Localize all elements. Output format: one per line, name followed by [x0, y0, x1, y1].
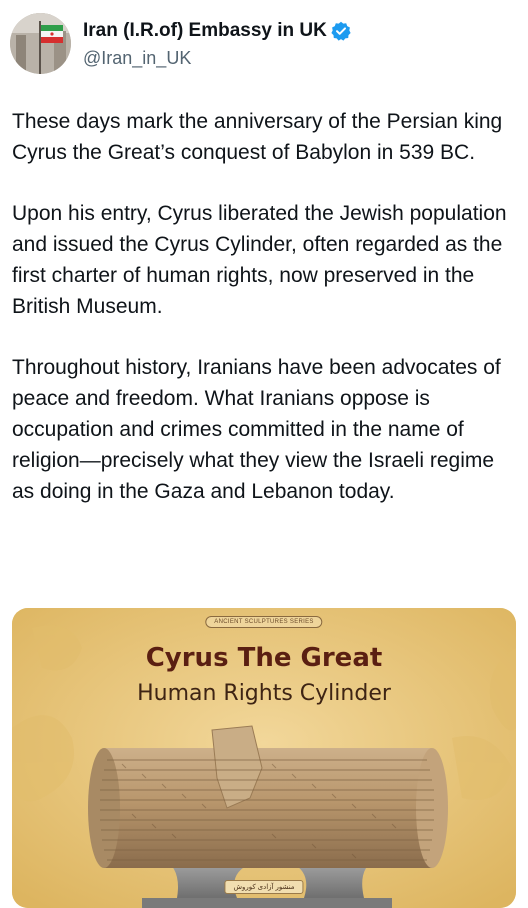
tweet-header: Iran (I.R.of) Embassy in UK @Iran_in_UK: [10, 8, 518, 74]
media-title: Cyrus The Great: [145, 643, 383, 673]
media-subtitle: Human Rights Cylinder: [137, 681, 391, 706]
tweet-text: These days mark the anniversary of the P…: [12, 106, 516, 537]
avatar[interactable]: [10, 13, 71, 74]
tweet-media-image[interactable]: ANCIENT SCULPTURES SERIES Cyrus The Grea…: [12, 608, 516, 908]
tweet-paragraph: Throughout history, Iranians have been a…: [12, 356, 501, 503]
avatar-image: [10, 13, 71, 74]
cylinder-caption: منشور آزادی کوروش: [224, 880, 304, 894]
verified-badge-icon: [331, 21, 351, 41]
name-row: Iran (I.R.of) Embassy in UK: [83, 20, 351, 42]
account-handle[interactable]: @Iran_in_UK: [83, 48, 191, 69]
series-badge: ANCIENT SCULPTURES SERIES: [205, 616, 323, 628]
tweet-paragraph: These days mark the anniversary of the P…: [12, 110, 503, 164]
display-name[interactable]: Iran (I.R.of) Embassy in UK: [83, 20, 327, 42]
tweet-paragraph: Upon his entry, Cyrus liberated the Jewi…: [12, 202, 507, 318]
cyrus-cylinder-illustration: [88, 725, 448, 908]
